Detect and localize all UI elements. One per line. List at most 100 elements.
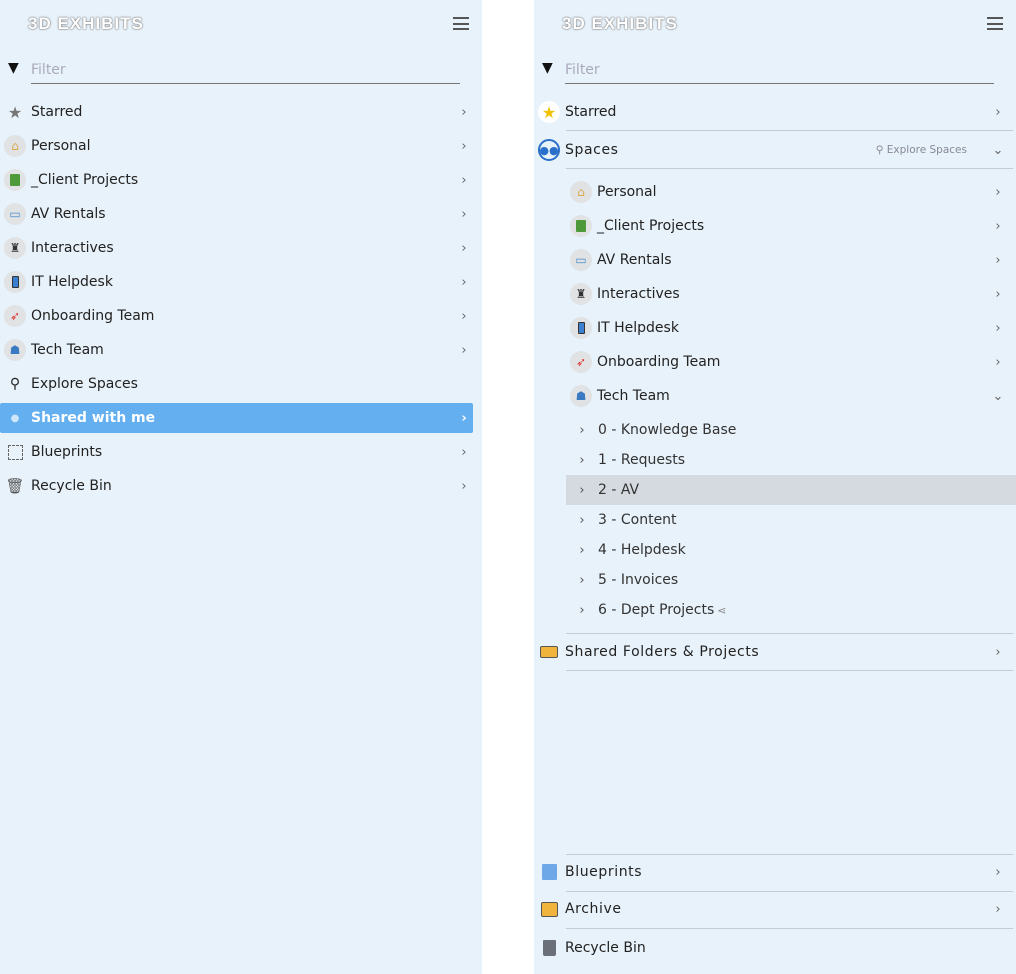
logo: 3D EXHIBITS xyxy=(28,14,144,33)
folder-requests[interactable]: › 1 - Requests xyxy=(566,445,1016,475)
chevron-right-icon: › xyxy=(579,572,585,588)
folder-tray-icon xyxy=(538,641,560,663)
divider xyxy=(566,633,1013,634)
share-icon: ⋖ xyxy=(717,603,727,617)
folder-knowledge-base[interactable]: › 0 - Knowledge Base xyxy=(566,415,1016,445)
nav-starred[interactable]: ★ Starred › xyxy=(534,97,1007,127)
space-it-helpdesk[interactable]: IT Helpdesk › xyxy=(566,313,1007,343)
rocket-icon: ➶ xyxy=(570,351,592,373)
divider xyxy=(566,854,1013,855)
hamburger-menu-icon[interactable] xyxy=(453,17,469,30)
space-personal[interactable]: ⌂ Personal › xyxy=(566,177,1007,207)
space-av-rentals[interactable]: ▭ AV Rentals › xyxy=(566,245,1007,275)
nav-interactives[interactable]: ♜ Interactives › xyxy=(0,233,473,263)
filter-bar: ▼ xyxy=(540,56,994,84)
chevron-right-icon: › xyxy=(995,286,1001,302)
chevron-right-icon: › xyxy=(579,512,585,528)
folder-dept-projects[interactable]: › 6 - Dept Projects ⋖ xyxy=(566,595,1016,625)
nav-client-projects[interactable]: _Client Projects › xyxy=(0,165,473,195)
robot-icon: ☗ xyxy=(570,385,592,407)
trash-icon xyxy=(538,937,560,959)
star-icon: ★ xyxy=(538,101,560,123)
house-icon: ⌂ xyxy=(570,181,592,203)
folder-helpdesk[interactable]: › 4 - Helpdesk xyxy=(566,535,1016,565)
folder-content[interactable]: › 3 - Content xyxy=(566,505,1016,535)
chevron-right-icon: › xyxy=(461,444,467,460)
space-onboarding-team[interactable]: ➶ Onboarding Team › xyxy=(566,347,1007,377)
blueprint-icon xyxy=(4,441,26,463)
archive-box-icon xyxy=(538,898,560,920)
phone-icon xyxy=(4,271,26,293)
book-icon xyxy=(4,169,26,191)
divider xyxy=(566,130,1013,131)
rocket-icon: ➶ xyxy=(4,305,26,327)
chevron-right-icon: › xyxy=(995,644,1001,660)
search-icon: ⚲ xyxy=(875,144,887,156)
nav-personal[interactable]: ⌂ Personal › xyxy=(0,131,473,161)
space-tech-team[interactable]: ☗ Tech Team ⌄ xyxy=(566,381,1007,411)
chevron-right-icon: › xyxy=(461,138,467,154)
joystick-icon: ♜ xyxy=(4,237,26,259)
filter-input[interactable] xyxy=(31,56,460,84)
chevron-right-icon: › xyxy=(995,901,1001,917)
chevron-right-icon: › xyxy=(995,864,1001,880)
robot-icon: ☗ xyxy=(4,339,26,361)
spaces-header[interactable]: ●● Spaces ⚲ Explore Spaces ⌄ xyxy=(534,135,1007,165)
divider xyxy=(566,891,1013,892)
folder-av[interactable]: › 2 - AV xyxy=(566,475,1016,505)
laptop-icon: ▭ xyxy=(570,249,592,271)
nav-tech-team[interactable]: ☗ Tech Team › xyxy=(0,335,473,365)
nav-onboarding-team[interactable]: ➶ Onboarding Team › xyxy=(0,301,473,331)
joystick-icon: ♜ xyxy=(570,283,592,305)
people-group-icon: ●● xyxy=(538,139,560,161)
chevron-right-icon: › xyxy=(461,104,467,120)
space-client-projects[interactable]: _Client Projects › xyxy=(566,211,1007,241)
chevron-down-icon: ⌄ xyxy=(992,388,1004,404)
nav-recycle-bin[interactable]: Recycle Bin xyxy=(534,933,1007,963)
chevron-right-icon: › xyxy=(579,602,585,618)
laptop-icon: ▭ xyxy=(4,203,26,225)
folder-invoices[interactable]: › 5 - Invoices xyxy=(566,565,1016,595)
nav-blueprints[interactable]: Blueprints › xyxy=(0,437,473,467)
divider xyxy=(566,168,1013,169)
chevron-right-icon: › xyxy=(579,422,585,438)
star-icon: ★ xyxy=(7,102,23,122)
chevron-right-icon: › xyxy=(461,274,467,290)
nav-archive[interactable]: Archive › xyxy=(534,894,1007,924)
nav-blueprints[interactable]: Blueprints › xyxy=(534,857,1007,887)
chevron-right-icon: › xyxy=(995,252,1001,268)
chevron-right-icon: › xyxy=(461,342,467,358)
nav-shared-with-me[interactable]: ● Shared with me › xyxy=(0,403,473,433)
chevron-right-icon: › xyxy=(461,410,467,426)
left-sidebar: 3D EXHIBITS ▼ ★Starred› ⌂Personal› _Clie… xyxy=(0,0,482,974)
nav-it-helpdesk[interactable]: IT Helpdesk › xyxy=(0,267,473,297)
divider xyxy=(566,670,1013,671)
logo: 3D EXHIBITS xyxy=(562,14,678,33)
chevron-right-icon: › xyxy=(461,206,467,222)
filter-input[interactable] xyxy=(565,56,994,84)
explore-spaces-link[interactable]: ⚲ Explore Spaces xyxy=(876,144,967,156)
chevron-right-icon: › xyxy=(579,482,585,498)
right-sidebar: 3D EXHIBITS ▼ ★Starred› ●●Spaces⚲ Explor… xyxy=(534,0,1016,974)
chevron-right-icon: › xyxy=(995,354,1001,370)
hamburger-menu-icon[interactable] xyxy=(987,17,1003,30)
blueprint-pencil-icon xyxy=(538,861,560,883)
chevron-down-icon: ⌄ xyxy=(992,142,1004,158)
chevron-right-icon: › xyxy=(995,320,1001,336)
chevron-right-icon: › xyxy=(461,172,467,188)
trash-icon: 🗑 xyxy=(5,477,25,495)
house-icon: ⌂ xyxy=(4,135,26,157)
chevron-right-icon: › xyxy=(461,478,467,494)
nav-shared-folders[interactable]: Shared Folders & Projects › xyxy=(534,637,1007,667)
nav-starred[interactable]: ★ Starred › xyxy=(0,97,473,127)
nav-explore-spaces[interactable]: ⚲ Explore Spaces xyxy=(0,369,473,399)
chevron-right-icon: › xyxy=(461,240,467,256)
nav-recycle-bin[interactable]: 🗑 Recycle Bin › xyxy=(0,471,473,501)
search-icon: ⚲ xyxy=(9,376,21,392)
filter-bar: ▼ xyxy=(6,56,460,84)
book-icon xyxy=(570,215,592,237)
space-interactives[interactable]: ♜ Interactives › xyxy=(566,279,1007,309)
nav-av-rentals[interactable]: ▭ AV Rentals › xyxy=(0,199,473,229)
filter-icon: ▼ xyxy=(542,60,553,76)
chevron-right-icon: › xyxy=(579,452,585,468)
